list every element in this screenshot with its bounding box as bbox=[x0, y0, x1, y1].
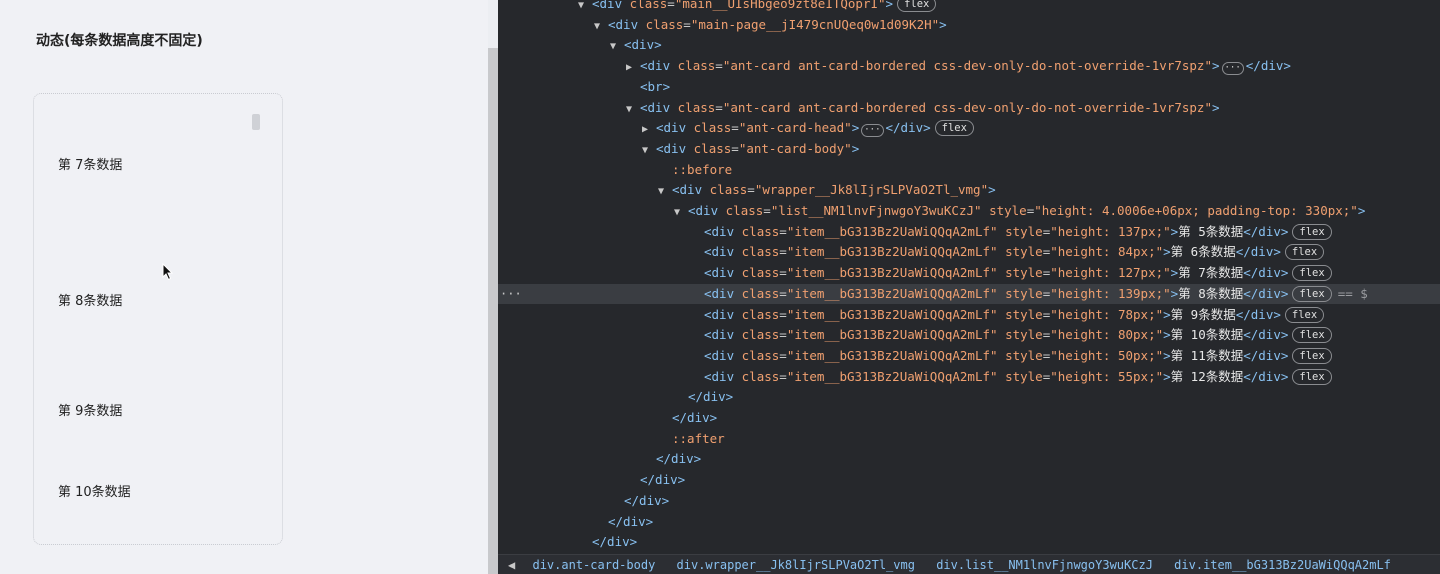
breadcrumb-item[interactable]: div.list__NM1lnvFjnwgoY3wuKCzJ bbox=[936, 558, 1153, 572]
dom-node-line[interactable]: <div class="item__bG313Bz2UaWiQQqA2mLf" … bbox=[498, 305, 1440, 325]
dom-node-line[interactable]: </div> bbox=[498, 387, 1440, 407]
expand-toggle-icon[interactable]: ▼ bbox=[594, 17, 608, 37]
panel-splitter[interactable] bbox=[488, 48, 498, 574]
expand-toggle-icon[interactable]: ▼ bbox=[610, 37, 624, 57]
devtools-elements-panel[interactable]: ▼ <div class="main__UIsHbgeo9zt8eITQoprI"… bbox=[498, 0, 1440, 574]
dom-node-line[interactable]: <div class="item__bG313Bz2UaWiQQqA2mLf" … bbox=[498, 367, 1440, 387]
selected-node-marker: == $ bbox=[1337, 285, 1368, 301]
flex-badge[interactable]: flex bbox=[1292, 285, 1332, 302]
dom-node-line[interactable]: ▼ <div> bbox=[498, 35, 1440, 55]
dom-node-line[interactable]: </div> bbox=[498, 512, 1440, 532]
virtual-list-card[interactable]: 第 7条数据 第 8条数据 第 9条数据 第 10条数据 bbox=[33, 93, 283, 545]
node-menu-icon[interactable]: ··· bbox=[500, 284, 522, 304]
expand-toggle-icon[interactable]: ▶ bbox=[642, 120, 656, 140]
mouse-cursor-icon bbox=[162, 263, 174, 281]
expand-toggle-icon[interactable]: ▼ bbox=[642, 141, 656, 161]
breadcrumb-arrow-icon[interactable]: ◀ bbox=[508, 558, 515, 572]
dom-node-line[interactable]: </div> bbox=[498, 470, 1440, 490]
list-item: 第 7条数据 bbox=[58, 158, 123, 173]
flex-badge[interactable]: flex bbox=[1284, 244, 1325, 261]
expand-toggle-icon[interactable]: ▼ bbox=[658, 182, 672, 202]
flex-badge[interactable]: flex bbox=[1292, 265, 1332, 282]
dom-node-line[interactable]: ▼ <div class="wrapper__Jk8lIjrSLPVaO2Tl_v… bbox=[498, 180, 1440, 200]
dom-node-line[interactable]: ▼ <div class="main-page__jI479cnUQeq0w1d0… bbox=[498, 15, 1440, 35]
dom-node-line[interactable]: <div class="item__bG313Bz2UaWiQQqA2mLf" … bbox=[498, 325, 1440, 345]
scrollbar-thumb[interactable] bbox=[252, 114, 260, 130]
dom-node-line[interactable]: <br> bbox=[498, 77, 1440, 97]
breadcrumb-item[interactable]: div.item__bG313Bz2UaWiQQqA2mLf bbox=[1174, 558, 1391, 572]
dom-node-line[interactable]: ▼ <div class="ant-card-body"> bbox=[498, 139, 1440, 159]
dom-node-line[interactable]: </div> bbox=[498, 449, 1440, 469]
dom-node-line[interactable]: ▼ <div class="main__UIsHbgeo9zt8eITQoprI"… bbox=[498, 0, 1440, 14]
dom-node-line[interactable]: ▶ <div class="ant-card-head"> ··· </div> fle… bbox=[498, 118, 1440, 138]
page-title: 动态(每条数据高度不固定) bbox=[36, 33, 203, 49]
flex-badge[interactable]: flex bbox=[1292, 223, 1332, 240]
flex-badge[interactable]: flex bbox=[934, 120, 974, 137]
breadcrumb-item[interactable]: div.ant-card-body bbox=[532, 558, 655, 572]
flex-badge[interactable]: flex bbox=[1292, 368, 1332, 385]
dom-node-line[interactable]: ::after bbox=[498, 429, 1440, 449]
dom-node-line[interactable]: ::before bbox=[498, 160, 1440, 180]
panel-splitter-top bbox=[488, 0, 498, 48]
list-item: 第 8条数据 bbox=[58, 294, 123, 309]
dom-node-line[interactable]: ▼ <div class="list__NM1lnvFjnwgoY3wuKCzJ"… bbox=[498, 201, 1440, 221]
dom-node-line[interactable]: </div> bbox=[498, 532, 1440, 552]
flex-badge[interactable]: flex bbox=[1292, 347, 1332, 364]
dom-node-line[interactable]: <div class="item__bG313Bz2UaWiQQqA2mLf" … bbox=[498, 242, 1440, 262]
dom-node-line[interactable]: <div class="item__bG313Bz2UaWiQQqA2mLf" … bbox=[498, 346, 1440, 366]
expand-toggle-icon[interactable]: ▼ bbox=[674, 203, 688, 223]
dom-node-line[interactable]: ··· <div class="item__bG313Bz2UaWiQQqA2mL… bbox=[498, 283, 1440, 304]
flex-badge[interactable]: flex bbox=[897, 0, 937, 12]
dom-node-line[interactable]: </div> bbox=[498, 491, 1440, 511]
expand-toggle-icon[interactable]: ▼ bbox=[626, 100, 640, 120]
list-item: 第 9条数据 bbox=[58, 404, 123, 419]
dom-node-line[interactable]: ▶ <div class="ant-card ant-card-bordered … bbox=[498, 56, 1440, 76]
dom-node-line[interactable]: </div> bbox=[498, 408, 1440, 428]
dom-node-line[interactable]: ▼ <div class="ant-card ant-card-bordered … bbox=[498, 98, 1440, 118]
flex-badge[interactable]: flex bbox=[1284, 306, 1325, 323]
breadcrumb-item[interactable]: div.wrapper__Jk8lIjrSLPVaO2Tl_vmg bbox=[677, 558, 915, 572]
dom-node-line[interactable]: <div class="item__bG313Bz2UaWiQQqA2mLf" … bbox=[498, 263, 1440, 283]
breadcrumb: ◀ div.ant-card-body div.wrapper__Jk8lIjr… bbox=[498, 554, 1440, 574]
list-item: 第 10条数据 bbox=[58, 485, 131, 500]
app-panel: 动态(每条数据高度不固定) 第 7条数据 第 8条数据 第 9条数据 第 10条… bbox=[0, 0, 488, 574]
flex-badge[interactable]: flex bbox=[1292, 327, 1332, 344]
expand-toggle-icon[interactable]: ▼ bbox=[578, 0, 592, 16]
dom-node-line[interactable]: <div class="item__bG313Bz2UaWiQQqA2mLf" … bbox=[498, 222, 1440, 242]
expand-toggle-icon[interactable]: ▶ bbox=[626, 58, 640, 78]
